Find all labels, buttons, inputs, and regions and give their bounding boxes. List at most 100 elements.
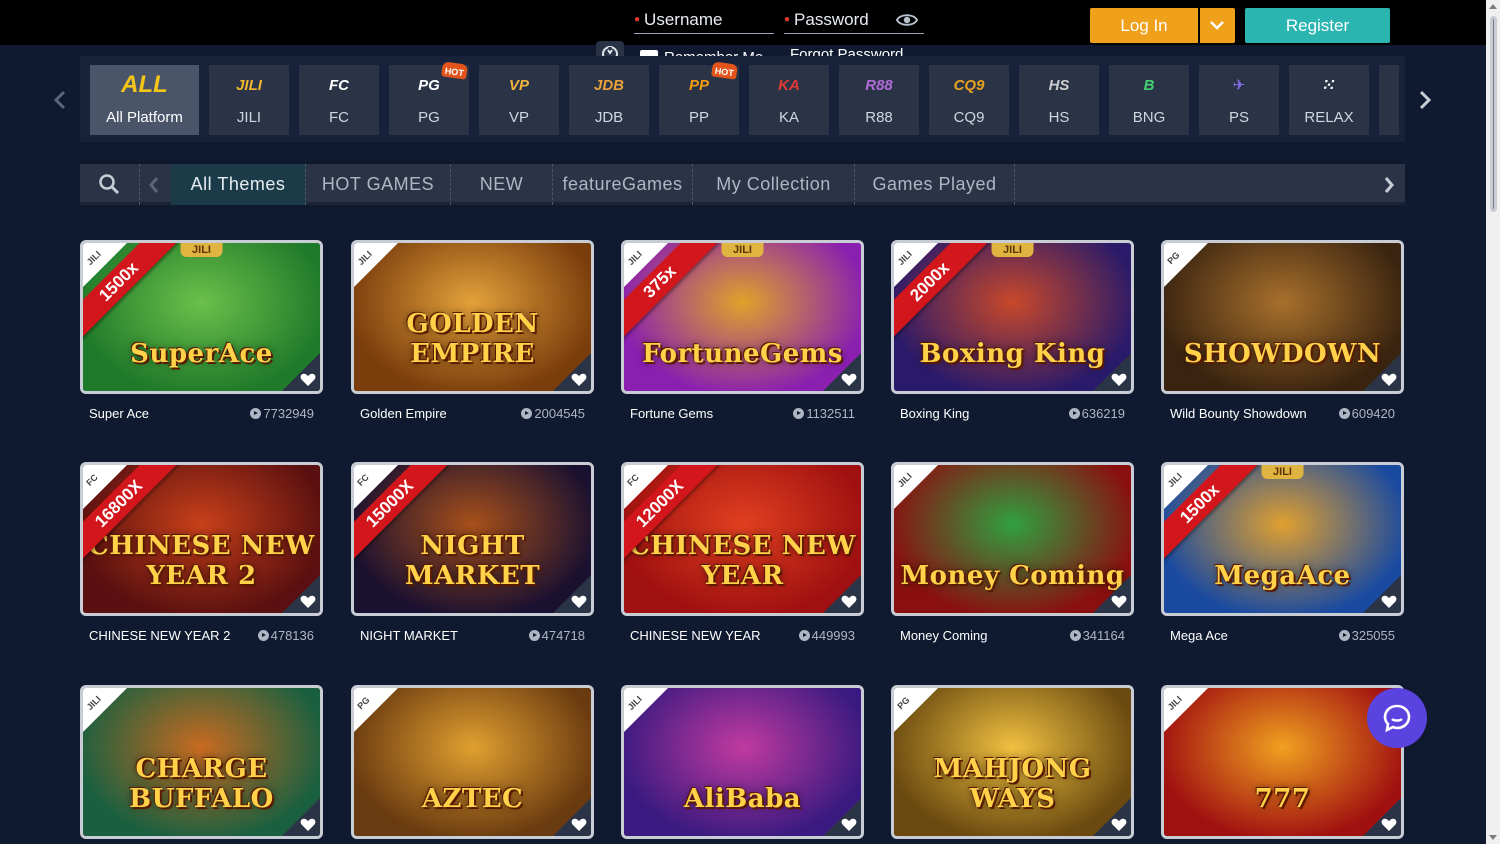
play-icon <box>1338 630 1350 641</box>
game-name[interactable]: Money Coming <box>900 628 987 643</box>
tab-all-themes[interactable]: All Themes <box>171 164 306 205</box>
provider-logo-icon: JILI <box>236 76 262 94</box>
game-name[interactable]: Golden Empire <box>360 406 447 421</box>
heart-icon[interactable] <box>300 595 316 609</box>
provider-fc[interactable]: FC FC <box>299 65 379 135</box>
game-card[interactable]: SHOWDOWN PG Wild Bounty Showdown 609420 <box>1161 240 1404 421</box>
provider-pg[interactable]: PG PG HOT <box>389 61 469 135</box>
heart-icon[interactable] <box>571 818 587 832</box>
game-name[interactable]: Boxing King <box>900 406 969 421</box>
game-thumbnail[interactable]: Boxing King JILI 2000x JILI <box>891 240 1134 394</box>
game-thumbnail[interactable]: CHINESE NEW YEAR 12000X FC <box>621 462 864 616</box>
chat-button[interactable] <box>1367 688 1427 748</box>
game-card[interactable]: MAHJONG WAYS PG <box>891 685 1134 839</box>
login-dropdown-button[interactable] <box>1200 8 1235 43</box>
game-card[interactable]: AliBaba JILI <box>621 685 864 839</box>
provider-relax[interactable]: ⁙ RELAX <box>1289 65 1369 135</box>
provider-all-platform[interactable]: ALL All Platform <box>90 65 199 135</box>
game-name[interactable]: Fortune Gems <box>630 406 713 421</box>
game-thumbnail[interactable]: NIGHT MARKET 15000X FC <box>351 462 594 616</box>
provider-logo-icon: HS <box>1048 76 1070 94</box>
heart-icon[interactable] <box>1381 595 1397 609</box>
play-count: 325055 <box>1338 628 1395 643</box>
game-thumbnail[interactable]: CHARGE BUFFALO JILI <box>80 685 323 839</box>
game-card[interactable]: CHARGE BUFFALO JILI <box>80 685 323 839</box>
game-card[interactable]: Boxing King JILI 2000x JILI Boxing King 63621… <box>891 240 1134 421</box>
game-name[interactable]: NIGHT MARKET <box>360 628 458 643</box>
heart-icon[interactable] <box>1111 818 1127 832</box>
game-thumbnail[interactable]: AliBaba JILI <box>621 685 864 839</box>
heart-icon[interactable] <box>1381 373 1397 387</box>
provider-vp[interactable]: VP VP <box>479 65 559 135</box>
game-card[interactable]: MegaAce JILI 1500x JILI Mega Ace 325055 <box>1161 462 1404 643</box>
eye-icon[interactable] <box>896 10 918 30</box>
provider-r88[interactable]: R88 R88 <box>839 65 919 135</box>
game-name[interactable]: CHINESE NEW YEAR 2 <box>89 628 230 643</box>
tab-new[interactable]: NEW <box>451 164 553 205</box>
game-card[interactable]: SuperAce JILI 1500x JILI Super Ace 7732949 <box>80 240 323 421</box>
provider-bng[interactable]: B BNG <box>1109 65 1189 135</box>
heart-icon[interactable] <box>300 373 316 387</box>
game-card[interactable]: GOLDEN EMPIRE JILI Golden Empire 2004545 <box>351 240 594 421</box>
game-name[interactable]: CHINESE NEW YEAR <box>630 628 761 643</box>
game-card[interactable]: CHINESE NEW YEAR 2 16800X FC CHINESE NEW YE… <box>80 462 323 643</box>
categories-next-arrow[interactable] <box>1383 176 1395 194</box>
provider-hs[interactable]: HS HS <box>1019 65 1099 135</box>
provider-jili[interactable]: JILI JILI <box>209 65 289 135</box>
heart-icon[interactable] <box>300 818 316 832</box>
play-icon <box>1068 408 1080 419</box>
game-thumbnail[interactable]: CHINESE NEW YEAR 2 16800X FC <box>80 462 323 616</box>
provider-pp[interactable]: PP PP HOT <box>659 61 739 135</box>
game-thumbnail[interactable]: GOLDEN EMPIRE JILI <box>351 240 594 394</box>
scroll-thumb[interactable] <box>1490 16 1497 212</box>
provider-ps[interactable]: ✈ PS <box>1199 65 1279 135</box>
provider-logo-icon: R88 <box>865 76 893 94</box>
heart-icon[interactable] <box>1111 373 1127 387</box>
heart-icon[interactable] <box>571 373 587 387</box>
providers-prev-arrow[interactable] <box>52 90 68 110</box>
game-card[interactable]: FortuneGems JILI 375x JILI Fortune Gems 11325… <box>621 240 864 421</box>
game-thumbnail[interactable]: FortuneGems JILI 375x JILI <box>621 240 864 394</box>
scroll-up-arrow[interactable] <box>1489 4 1497 9</box>
play-count: 7732949 <box>250 406 314 421</box>
heart-icon[interactable] <box>841 595 857 609</box>
tab-my-collection[interactable]: My Collection <box>693 164 855 205</box>
scroll-down-arrow[interactable] <box>1489 835 1497 840</box>
game-thumbnail[interactable]: MAHJONG WAYS PG <box>891 685 1134 839</box>
provider-jdb[interactable]: JDB JDB <box>569 65 649 135</box>
game-card[interactable]: Money Coming JILI Money Coming 341164 <box>891 462 1134 643</box>
game-thumbnail[interactable]: MegaAce JILI 1500x JILI <box>1161 462 1404 616</box>
game-thumbnail[interactable]: Money Coming JILI <box>891 462 1134 616</box>
heart-icon[interactable] <box>1381 818 1397 832</box>
categories-prev-arrow[interactable] <box>148 176 160 194</box>
heart-icon[interactable] <box>841 818 857 832</box>
tab-hot-games[interactable]: HOT GAMES <box>306 164 451 205</box>
game-thumbnail[interactable]: SuperAce JILI 1500x JILI <box>80 240 323 394</box>
tab-games-played[interactable]: Games Played <box>855 164 1015 205</box>
game-name[interactable]: Mega Ace <box>1170 628 1228 643</box>
play-icon <box>528 630 540 641</box>
provider-ka[interactable]: KA KA <box>749 65 829 135</box>
username-field[interactable]: ● Username <box>634 8 774 34</box>
required-dot: ● <box>784 14 791 25</box>
category-bar: All Themes HOT GAMES NEW featureGames My Col… <box>80 164 1405 205</box>
game-name[interactable]: Wild Bounty Showdown <box>1170 406 1307 421</box>
game-card[interactable]: NIGHT MARKET 15000X FC NIGHT MARKET 474718 <box>351 462 594 643</box>
providers-next-arrow[interactable] <box>1417 90 1433 110</box>
heart-icon[interactable] <box>571 595 587 609</box>
game-card[interactable]: CHINESE NEW YEAR 12000X FC CHINESE NEW YEAR… <box>621 462 864 643</box>
provider-partial[interactable] <box>1379 65 1399 135</box>
game-thumbnail[interactable]: AZTEC PG <box>351 685 594 839</box>
game-card[interactable]: AZTEC PG <box>351 685 594 839</box>
heart-icon[interactable] <box>1111 595 1127 609</box>
game-name[interactable]: Super Ace <box>89 406 149 421</box>
search-icon[interactable] <box>98 173 120 195</box>
register-button[interactable]: Register <box>1245 8 1390 43</box>
scrollbar[interactable] <box>1486 0 1500 844</box>
heart-icon[interactable] <box>841 373 857 387</box>
provider-cq9[interactable]: CQ9 CQ9 <box>929 65 1009 135</box>
password-field[interactable]: ● Password <box>784 8 924 34</box>
login-button[interactable]: Log In <box>1090 8 1198 43</box>
game-thumbnail[interactable]: SHOWDOWN PG <box>1161 240 1404 394</box>
tab-featuregames[interactable]: featureGames <box>553 164 693 205</box>
